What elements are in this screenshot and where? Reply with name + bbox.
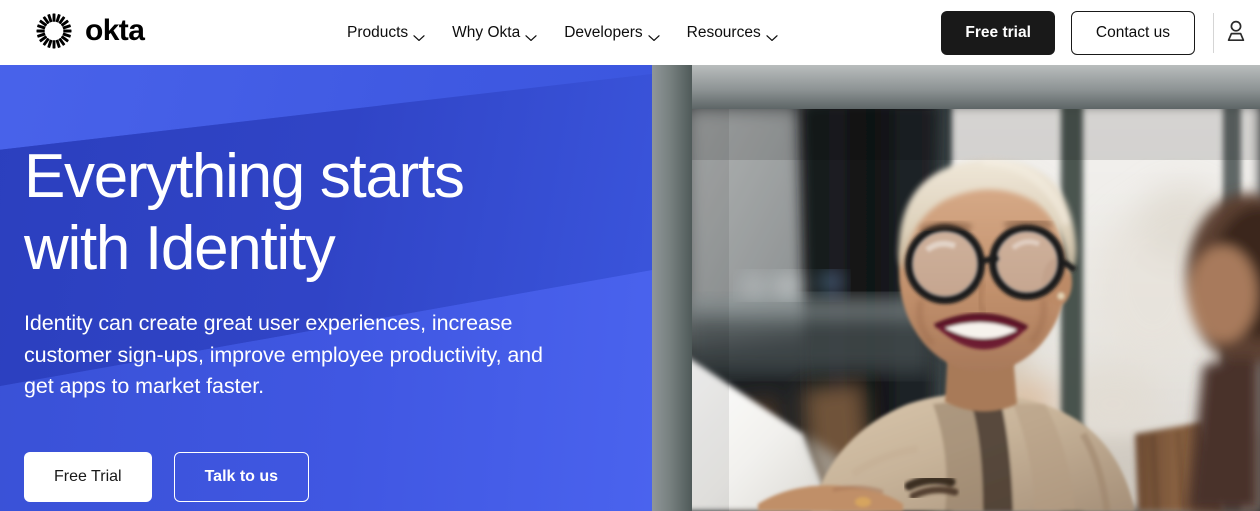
nav-label-why-okta: Why Okta [452, 23, 521, 41]
nav-item-products[interactable]: Products [347, 24, 425, 42]
okta-wordmark: okta [85, 14, 145, 47]
hero-talk-to-us-button[interactable]: Talk to us [173, 452, 310, 502]
main-navigation: Products Why Okta Developers Resources [347, 0, 778, 65]
hero-title-line-2: with Identity [24, 214, 336, 283]
okta-homepage: okta Products Why Okta Developers Resour… [0, 0, 1260, 511]
header-actions: Free trial Contact us [941, 0, 1260, 65]
nav-label-resources: Resources [686, 23, 761, 41]
free-trial-button[interactable]: Free trial [941, 10, 1055, 55]
hero-photo [683, 104, 1260, 511]
hero-media [652, 65, 1260, 511]
nav-item-resources[interactable]: Resources [687, 24, 778, 42]
account-button[interactable] [1214, 11, 1258, 55]
site-header: okta Products Why Okta Developers Resour… [0, 0, 1260, 65]
hero-subtitle: Identity can create great user experienc… [24, 311, 543, 398]
chevron-down-icon [766, 29, 778, 41]
chevron-down-icon [648, 29, 660, 41]
nav-label-products: Products [347, 23, 409, 41]
okta-starburst-icon [34, 11, 74, 51]
hero-media-top-tint [652, 65, 1260, 109]
hero-content: Everything starts with Identity Identity… [24, 65, 624, 511]
hero-cta-group: Free Trial Talk to us [24, 452, 310, 502]
hero-free-trial-button[interactable]: Free Trial [24, 452, 152, 502]
chevron-down-icon [525, 29, 537, 41]
contact-us-button[interactable]: Contact us [1070, 10, 1195, 55]
hero-title: Everything starts with Identity [24, 141, 584, 285]
nav-label-developers: Developers [564, 23, 643, 41]
chevron-down-icon [413, 29, 425, 41]
nav-item-why-okta[interactable]: Why Okta [452, 24, 537, 42]
hero-title-line-1: Everything starts [24, 142, 465, 211]
user-account-icon [1226, 20, 1246, 45]
nav-item-developers[interactable]: Developers [564, 23, 660, 42]
hero-section: Everything starts with Identity Identity… [0, 65, 1260, 511]
okta-logo-link[interactable]: okta [34, 11, 145, 51]
hero-media-edge-gradient [652, 65, 692, 511]
